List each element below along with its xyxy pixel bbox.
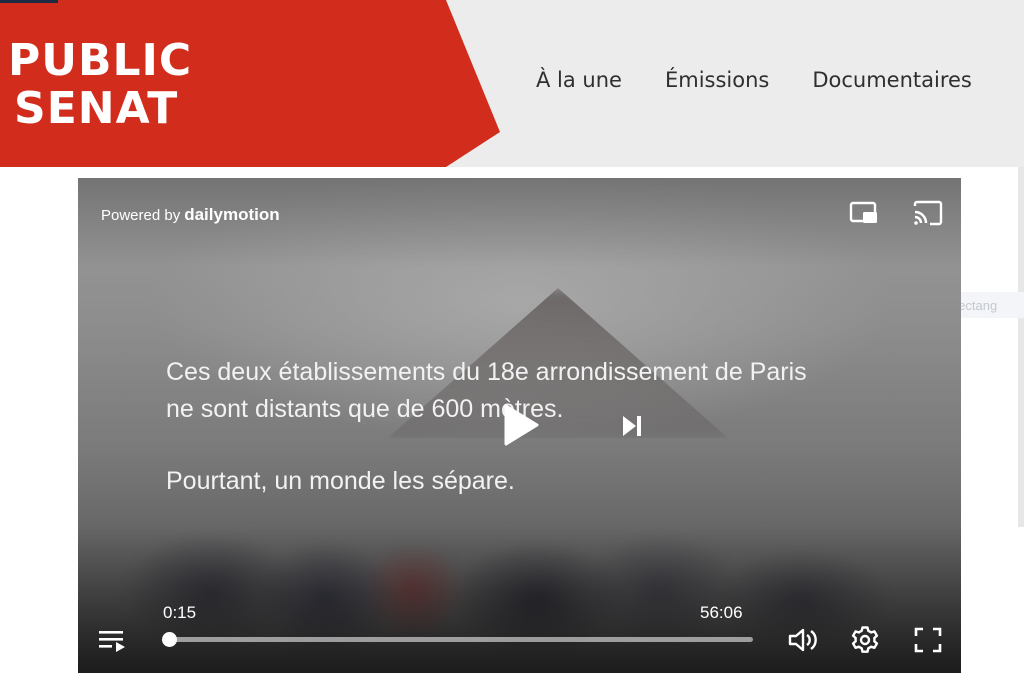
play-icon[interactable]: [502, 403, 540, 447]
page-edge-strip: [1018, 167, 1024, 527]
playlist-icon[interactable]: [98, 627, 128, 653]
progress-scrubber[interactable]: [161, 632, 177, 647]
fullscreen-icon[interactable]: [914, 627, 942, 653]
caption-line-3: Pourtant, un monde les sépare.: [166, 467, 515, 495]
public-senat-logo[interactable]: PUBLIC SENAT: [8, 38, 198, 138]
gear-icon[interactable]: [850, 625, 880, 655]
powered-by-label[interactable]: Powered by dailymotion: [101, 205, 280, 225]
main-nav: À la une Émissions Documentaires: [536, 68, 972, 92]
duration: 56:06: [700, 603, 743, 622]
nav-item-emissions[interactable]: Émissions: [665, 68, 769, 92]
nav-item-a-la-une[interactable]: À la une: [536, 68, 622, 92]
logo-line-2: SENAT: [14, 83, 179, 134]
caption-line-1: Ces deux établissements du 18e arrondiss…: [166, 358, 807, 386]
cast-icon[interactable]: [913, 200, 943, 226]
nav-item-documentaires[interactable]: Documentaires: [812, 68, 972, 92]
progress-bar[interactable]: [161, 632, 753, 647]
dailymotion-brand: dailymotion: [184, 205, 280, 224]
top-accent-bar: [0, 0, 58, 3]
picture-in-picture-icon[interactable]: [849, 200, 879, 226]
powered-by-text: Powered by: [101, 207, 181, 224]
current-time: 0:15: [163, 603, 197, 622]
player-top-controls: [849, 200, 943, 226]
video-player[interactable]: Powered by dailymotion Ces deux établisse…: [78, 178, 961, 673]
volume-icon[interactable]: [788, 627, 820, 653]
logo-line-1: PUBLIC: [8, 35, 193, 86]
skip-next-icon[interactable]: [620, 414, 644, 438]
